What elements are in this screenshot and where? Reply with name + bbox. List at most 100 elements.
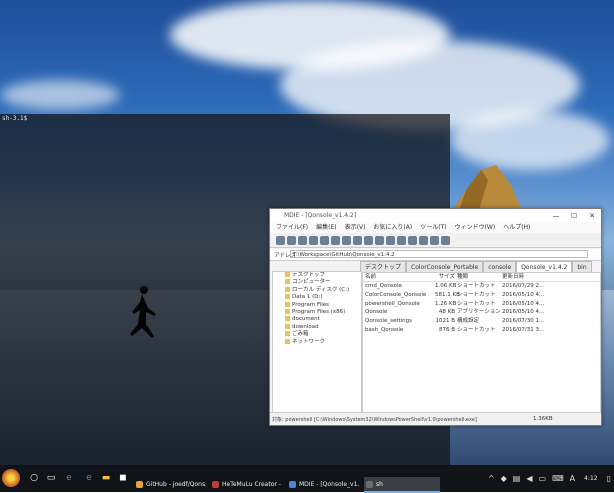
- table-row[interactable]: powershell_Qonsole 1.26 KB ショートカット 2016/…: [363, 300, 600, 309]
- file-type: ショートカット: [457, 326, 496, 333]
- task-view-icon[interactable]: ▭: [46, 473, 56, 483]
- forward-icon[interactable]: [287, 235, 296, 245]
- taskbar-mdie[interactable]: MDIE - [Qonsole_v1.4...: [287, 477, 359, 493]
- cut-icon[interactable]: [364, 235, 373, 245]
- file-size: 1021 B: [435, 318, 455, 325]
- file-name: Qonsole: [365, 309, 388, 316]
- taskbar-sh[interactable]: sh: [364, 477, 440, 493]
- runner-silhouette: [130, 286, 156, 338]
- status-bar: 対象: powershell [C:\Windows\System32\Wind…: [270, 412, 601, 425]
- menu-help[interactable]: ヘルプ(H): [503, 222, 530, 233]
- file-date: 2016/05/10 4...: [502, 291, 545, 298]
- back-icon[interactable]: [276, 235, 285, 245]
- column-header-date[interactable]: 更新日時: [502, 273, 562, 281]
- table-row[interactable]: ColorConsole_Qonsole 581.1 KB ショートカット 20…: [363, 291, 600, 300]
- search-icon[interactable]: [331, 235, 340, 245]
- tree-item[interactable]: Program Files (x86): [273, 309, 361, 316]
- taskbar-hetemulu[interactable]: HeTeMuLu Creator - ...: [210, 477, 282, 493]
- table-row[interactable]: Qonsole_settings 1021 B 構成設定 2016/07/30 …: [363, 317, 600, 326]
- search-icon[interactable]: ○: [29, 473, 39, 483]
- table-row[interactable]: Qonsole 48 KB アプリケーション 2016/05/10 4...: [363, 308, 600, 317]
- tab-console[interactable]: console: [483, 261, 517, 272]
- tree-item[interactable]: Data 1 (D:): [273, 294, 361, 301]
- notification-icon[interactable]: ▯: [604, 474, 614, 483]
- folder-tree: デスクトップ コンピューター ローカル ディスク (C:) Data 1 (D:…: [272, 271, 362, 413]
- terminal-icon[interactable]: [430, 235, 439, 245]
- file-date: 2016/07/29 2...: [502, 283, 545, 289]
- keyboard-icon[interactable]: ⌨: [549, 474, 567, 483]
- tree-item[interactable]: download: [273, 324, 361, 331]
- clock[interactable]: 4:12: [578, 475, 603, 482]
- settings-icon[interactable]: [441, 235, 450, 245]
- folder-icon[interactable]: [342, 235, 351, 245]
- tree-item[interactable]: ネットワーク: [273, 339, 361, 346]
- edge-icon[interactable]: e: [64, 473, 74, 483]
- tree-item[interactable]: Program Files: [273, 302, 361, 309]
- tab-desktop[interactable]: デスクトップ: [360, 261, 407, 272]
- file-name: cmd_Qonsole: [365, 283, 402, 289]
- file-name: bash_Qonsole: [365, 326, 404, 333]
- file-size: 48 KB: [438, 309, 455, 316]
- title-bar[interactable]: MDIE - [Qonsole_v1.4.2] — ☐ ✕: [270, 209, 601, 223]
- battery-icon[interactable]: ▭: [536, 474, 550, 483]
- start-button[interactable]: [2, 469, 20, 487]
- column-header-type[interactable]: 種類: [457, 273, 502, 281]
- cloud: [0, 80, 120, 110]
- store-icon[interactable]: ◼: [118, 473, 128, 483]
- menu-file[interactable]: ファイル(F): [276, 222, 308, 233]
- refresh-icon[interactable]: [309, 235, 318, 245]
- view-icon[interactable]: [408, 235, 417, 245]
- tree-item[interactable]: コンピューター: [273, 279, 361, 286]
- file-name: Qonsole_settings: [365, 318, 413, 325]
- table-row[interactable]: bash_Qonsole 876 B ショートカット 2016/07/31 3.…: [363, 326, 600, 335]
- column-header-size[interactable]: サイズ: [435, 273, 457, 281]
- file-type: 構成設定: [457, 318, 480, 325]
- delete-icon[interactable]: [386, 235, 395, 245]
- file-date: 2016/07/31 3...: [502, 326, 545, 333]
- toolbar: [270, 233, 601, 248]
- close-button[interactable]: ✕: [583, 209, 601, 222]
- status-text: 対象: powershell [C:\Windows\System32\Wind…: [272, 417, 477, 423]
- maximize-button[interactable]: ☐: [565, 209, 583, 222]
- ie-icon[interactable]: e: [84, 473, 94, 483]
- taskbar-github[interactable]: GitHub - joedf/Qons...: [134, 477, 206, 493]
- sort-icon[interactable]: [419, 235, 428, 245]
- properties-icon[interactable]: [397, 235, 406, 245]
- file-type: ショートカット: [457, 300, 496, 307]
- menu-bar: ファイル(F) 編集(E) 表示(V) お気に入り(A) ツール(T) ウィンド…: [270, 222, 601, 233]
- system-tray: ^ ◆ ▤ ◀ ▭ ⌨ A 4:12 ▯: [485, 465, 614, 492]
- up-icon[interactable]: [298, 235, 307, 245]
- tab-qonsole[interactable]: Qonsole_v1.4.2: [516, 261, 573, 272]
- file-name: powershell_Qonsole: [365, 300, 420, 307]
- file-list: 名前 サイズ 種類 更新日時 cmd_Qonsole 1.06 KB ショートカ…: [362, 272, 601, 413]
- paste-icon[interactable]: [375, 235, 384, 245]
- copy-icon[interactable]: [353, 235, 362, 245]
- minimize-button[interactable]: —: [547, 209, 565, 222]
- address-input[interactable]: T:\Workspace\GitHub\Qonsole_v1.4.2: [290, 250, 588, 258]
- app-tray-icon[interactable]: ◆: [498, 474, 510, 483]
- tab-colorconsole[interactable]: ColorConsole_Portable: [406, 261, 484, 272]
- tree-item[interactable]: ごみ箱: [273, 331, 361, 338]
- table-row[interactable]: cmd_Qonsole 1.06 KB ショートカット 2016/07/29 2…: [363, 282, 600, 291]
- file-date: 2016/05/10 4...: [502, 309, 545, 316]
- file-explorer-window[interactable]: MDIE - [Qonsole_v1.4.2] — ☐ ✕ ファイル(F) 編集…: [269, 208, 602, 426]
- menu-favorites[interactable]: お気に入り(A): [373, 222, 412, 233]
- file-type: アプリケーション: [457, 309, 501, 316]
- tree-item[interactable]: ローカル ディスク (C:): [273, 287, 361, 294]
- menu-view[interactable]: 表示(V): [345, 222, 366, 233]
- network-icon[interactable]: ▤: [510, 474, 524, 483]
- tree-item[interactable]: document: [273, 316, 361, 323]
- menu-tools[interactable]: ツール(T): [420, 222, 446, 233]
- column-header-name[interactable]: 名前: [363, 273, 435, 281]
- chevron-up-icon[interactable]: ^: [485, 474, 498, 483]
- tab-bin[interactable]: bin: [572, 261, 592, 272]
- menu-edit[interactable]: 編集(E): [316, 222, 336, 233]
- menu-window[interactable]: ウィンドウ(W): [455, 222, 496, 233]
- file-size: 1.06 KB: [435, 283, 457, 289]
- speaker-icon[interactable]: ◀: [523, 474, 535, 483]
- home-icon[interactable]: [320, 235, 329, 245]
- file-size: 581.1 KB: [435, 291, 460, 298]
- folder-icon[interactable]: ▬: [101, 473, 111, 483]
- file-size: 1.26 KB: [435, 300, 457, 307]
- ime-indicator[interactable]: A: [567, 474, 578, 483]
